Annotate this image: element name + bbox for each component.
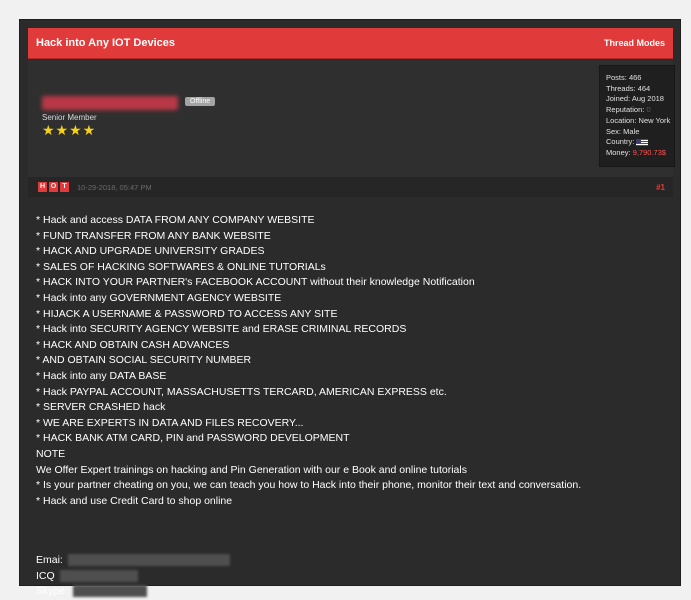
skype-redacted: [73, 585, 148, 598]
post-line: * Hack and use Credit Card to shop onlin…: [36, 494, 233, 507]
post-line: * HACK BANK ATM CARD, PIN and PASSWORD D…: [36, 432, 350, 445]
stat-reputation: Reputation: 0: [606, 105, 651, 115]
stat-threads: Threads: 464: [606, 83, 651, 93]
email-redacted: [67, 554, 230, 567]
post-line: We Offer Expert trainings on hacking and…: [36, 463, 467, 476]
user-rank: Senior Member: [42, 113, 97, 122]
thread-modes-link[interactable]: Thread Modes: [604, 38, 665, 48]
stat-joined: Joined: Aug 2018: [606, 94, 664, 104]
post-line: * Hack into any DATA BASE: [36, 369, 167, 382]
stat-money: Money: 9,790.73$: [606, 147, 667, 157]
stat-posts: Posts: 466: [606, 73, 642, 82]
post-line: * FUND TRANSFER FROM ANY BANK WEBSITE: [36, 229, 271, 242]
post-line: * AND OBTAIN SOCIAL SECURITY NUMBER: [36, 354, 252, 367]
rank-stars-icon: ★★★★: [42, 122, 97, 138]
icq-redacted: [59, 569, 138, 582]
us-flag-icon: [636, 138, 649, 146]
post-line: * SERVER CRASHED hack: [36, 401, 166, 414]
contact-icq: ICQ: [36, 569, 230, 585]
post-line: * HIJACK A USERNAME & PASSWORD TO ACCESS…: [36, 307, 338, 320]
stat-sex: Sex: Male: [606, 126, 640, 136]
post-icon-letter: T: [60, 182, 69, 192]
post-line: * HACK INTO YOUR PARTNER's FACEBOOK ACCO…: [36, 276, 475, 289]
post-line: * Hack and access DATA FROM ANY COMPANY …: [36, 214, 315, 226]
post-line: * HACK AND OBTAIN CASH ADVANCES: [36, 338, 230, 351]
icq-label: ICQ: [36, 569, 55, 582]
post-date: 10-29-2018, 05:47 PM: [77, 182, 152, 192]
post-icon-letter: O: [49, 182, 58, 192]
post-body: * Hack and access DATA FROM ANY COMPANY …: [36, 213, 676, 509]
contact-info: Emai: ICQ Skype:: [36, 553, 230, 600]
email-label: Emai:: [36, 554, 63, 566]
user-profile-header: Offline Senior Member ★★★★ Posts: 466 Th…: [28, 60, 675, 190]
post-number-link[interactable]: #1: [656, 183, 665, 192]
post-line: * Hack PAYPAL ACCOUNT, MASSACHUSETTS TER…: [36, 385, 447, 398]
stat-location: Location: New York: [606, 115, 671, 125]
post-meta-bar: H O T 10-29-2018, 05:47 PM #1: [28, 177, 673, 197]
post-icon: H O T 10-29-2018, 05:47 PM: [38, 182, 152, 192]
post-line: * Is your partner cheating on you, we ca…: [36, 479, 582, 492]
post-line: * WE ARE EXPERTS IN DATA AND FILES RECOV…: [36, 416, 304, 429]
user-stats-box: Posts: 466 Threads: 464 Joined: Aug 2018…: [599, 65, 675, 167]
post-line: NOTE: [36, 447, 66, 460]
username-redacted[interactable]: [42, 96, 178, 110]
contact-email: Emai:: [36, 553, 230, 569]
post-line: * SALES OF HACKING SOFTWARES & ONLINE TU…: [36, 260, 326, 273]
stat-country: Country:: [606, 137, 674, 148]
thread-title-bar: Hack into Any IOT Devices Thread Modes: [28, 28, 673, 59]
post-line: * Hack into SECURITY AGENCY WEBSITE and …: [36, 323, 407, 336]
forum-post-frame: Hack into Any IOT Devices Thread Modes O…: [19, 19, 681, 598]
status-badge: Offline: [185, 97, 216, 106]
skype-label: Skype:: [36, 585, 69, 597]
thread-title: Hack into Any IOT Devices: [36, 37, 175, 49]
post-line: * HACK AND UPGRADE UNIVERSITY GRADES: [36, 245, 265, 258]
post-icon-letter: H: [38, 182, 47, 192]
post-line: * Hack into any GOVERNMENT AGENCY WEBSIT…: [36, 291, 282, 304]
